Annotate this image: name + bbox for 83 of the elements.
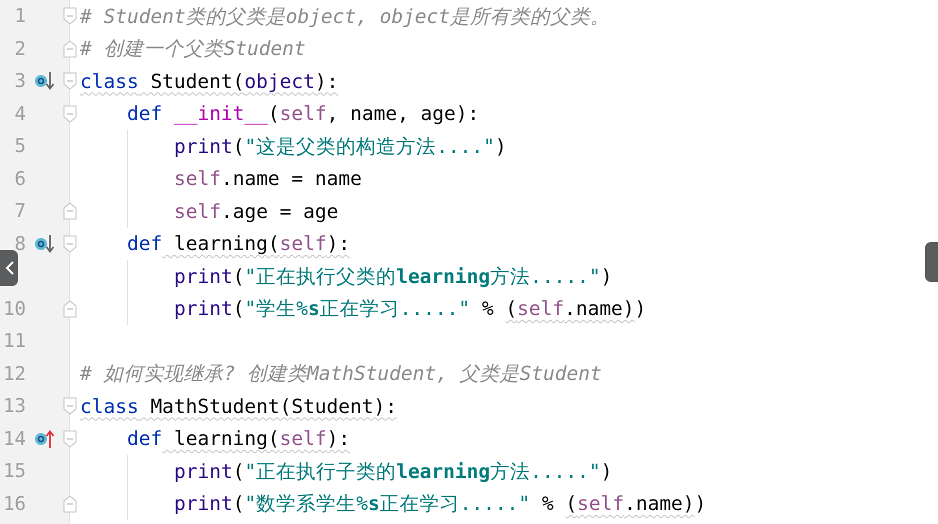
code-text: % bbox=[540, 491, 555, 518]
code-text: .name = name bbox=[220, 166, 362, 192]
code-text: ( bbox=[232, 134, 244, 160]
fold-marker-icon[interactable] bbox=[63, 202, 77, 220]
up-arrow-icon[interactable] bbox=[34, 428, 56, 450]
line-number: 11 bbox=[2, 329, 26, 354]
code-text: ( bbox=[268, 101, 280, 128]
line-number: 2 bbox=[14, 36, 26, 62]
code-text: ): bbox=[314, 68, 338, 95]
code-builtin: print bbox=[174, 491, 233, 518]
code-self: self bbox=[280, 231, 327, 258]
line-number: 14 bbox=[2, 426, 26, 452]
line-number: 3 bbox=[14, 69, 26, 94]
line-number: 16 bbox=[2, 492, 26, 516]
line-number: 4 bbox=[14, 102, 26, 126]
code-text: .name) bbox=[564, 296, 635, 322]
code-text: Student( bbox=[149, 68, 244, 95]
fold-marker-icon[interactable] bbox=[63, 430, 77, 448]
down-arrow-icon[interactable] bbox=[34, 232, 56, 255]
code-keyword: def bbox=[127, 426, 162, 452]
code-comment: # 如何实现继承? 创建类MathStudent, 父类是Student bbox=[80, 361, 602, 388]
fold-marker-icon[interactable] bbox=[63, 72, 77, 90]
code-text: ( bbox=[505, 296, 518, 322]
code-keyword: def bbox=[127, 101, 162, 128]
code-text: ) bbox=[694, 491, 706, 518]
fold-marker-icon[interactable] bbox=[63, 104, 77, 122]
code-text: ) bbox=[600, 264, 612, 290]
line-number: 10 bbox=[2, 296, 26, 322]
code-self: self bbox=[174, 198, 221, 225]
code-self: self bbox=[174, 166, 221, 192]
line-number: 15 bbox=[2, 459, 26, 484]
line-number: 13 bbox=[2, 394, 26, 419]
code-string: "数学系学生%s正在学习....." bbox=[244, 491, 530, 518]
code-text: ) bbox=[634, 296, 646, 322]
code-builtin: print bbox=[174, 296, 233, 322]
code-string: "学生%s正在学习....." bbox=[244, 296, 470, 322]
code-text: ( bbox=[232, 491, 244, 518]
line-number: 1 bbox=[14, 4, 26, 29]
code-keyword: class bbox=[80, 394, 139, 420]
code-text: ): bbox=[326, 231, 350, 258]
fold-marker-icon[interactable] bbox=[63, 397, 77, 415]
fold-marker-icon[interactable] bbox=[63, 7, 77, 25]
code-text: ( bbox=[232, 296, 244, 322]
code-text: ( bbox=[565, 491, 578, 518]
code-keyword: def bbox=[127, 231, 162, 258]
code-text: MathStudent(Student): bbox=[149, 394, 397, 420]
fold-marker-icon[interactable] bbox=[63, 494, 77, 512]
code-text: learning( bbox=[172, 426, 280, 452]
code-text: ) bbox=[600, 458, 612, 485]
code-text: % bbox=[480, 296, 495, 322]
line-number: 5 bbox=[14, 134, 26, 159]
code-text: ( bbox=[232, 264, 244, 290]
code-keyword: class bbox=[80, 68, 139, 95]
code-builtin: object bbox=[244, 68, 315, 95]
code-self: self bbox=[517, 296, 564, 322]
code-text: learning( bbox=[172, 231, 280, 258]
code-self: self bbox=[280, 426, 327, 452]
code-builtin: print bbox=[174, 134, 233, 160]
code-string: "这是父类的构造方法...." bbox=[244, 134, 495, 160]
fold-marker-icon[interactable] bbox=[63, 40, 77, 58]
code-text: .name) bbox=[624, 491, 695, 518]
down-arrow-icon[interactable] bbox=[34, 70, 56, 92]
line-number: 6 bbox=[14, 166, 26, 192]
code-text: , name, age): bbox=[326, 101, 480, 128]
code-builtin: print bbox=[174, 458, 233, 485]
code-comment: # 创建一个父类Student bbox=[80, 36, 306, 62]
code-builtin: print bbox=[174, 264, 233, 290]
code-self: self bbox=[280, 101, 327, 128]
code-comment: # Student类的父类是object, object是所有类的父类。 bbox=[80, 4, 610, 30]
chevron-left-icon bbox=[5, 261, 14, 275]
code-string: "正在执行子类的learning方法....." bbox=[244, 458, 601, 485]
code-text: ) bbox=[494, 134, 507, 160]
code-self: self bbox=[577, 491, 624, 518]
line-number: 7 bbox=[14, 199, 26, 224]
line-number: 12 bbox=[2, 362, 26, 386]
fold-marker-icon[interactable] bbox=[63, 234, 77, 252]
line-number: 8 bbox=[14, 232, 26, 256]
code-text: .age = age bbox=[220, 198, 338, 225]
code-text: ( bbox=[232, 458, 244, 485]
code-text: ): bbox=[326, 426, 350, 452]
fold-marker-icon[interactable] bbox=[63, 300, 77, 318]
code-string: "正在执行父类的learning方法....." bbox=[244, 264, 601, 290]
code-method-name: __init__ bbox=[172, 101, 268, 128]
